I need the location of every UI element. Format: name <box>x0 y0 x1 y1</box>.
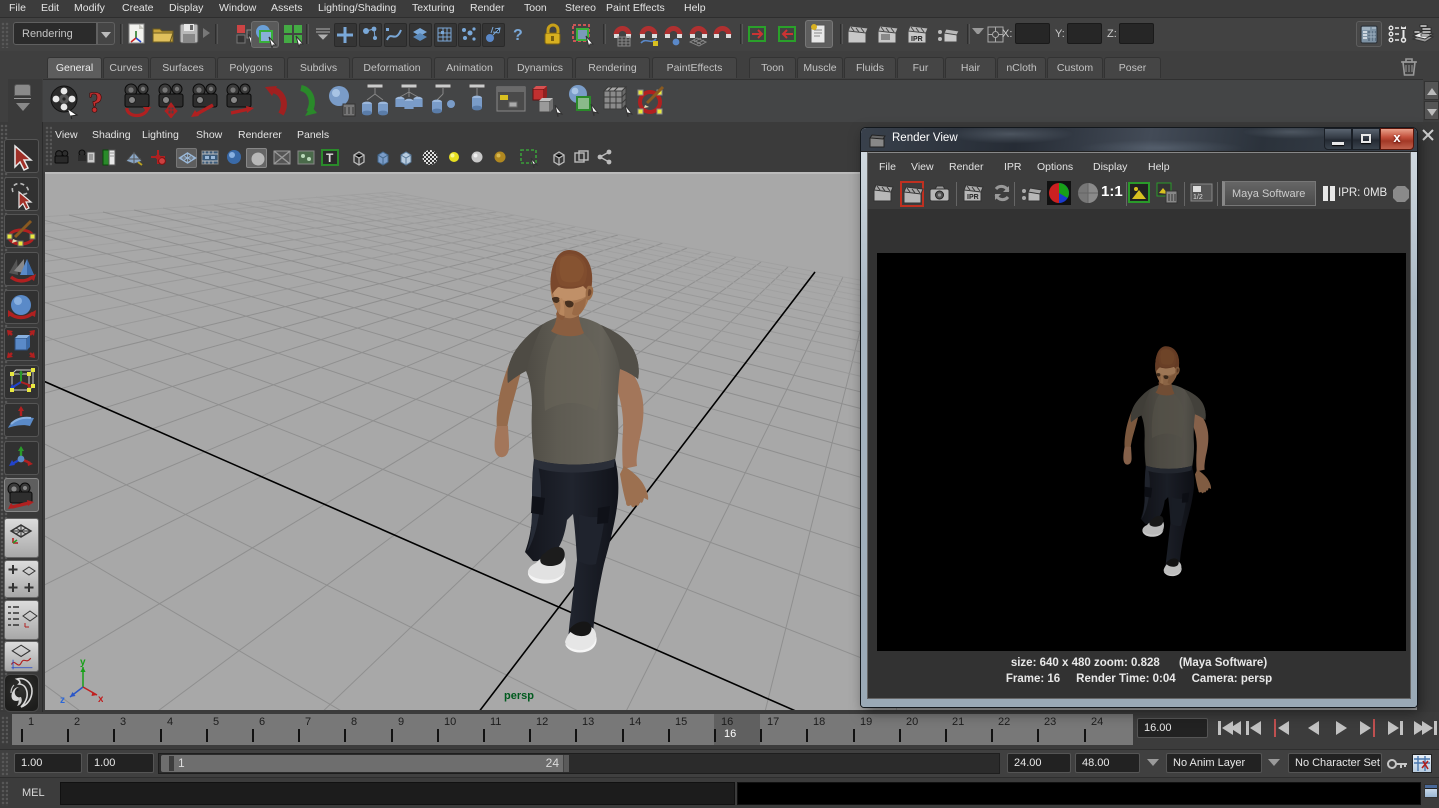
svg-text:x: x <box>98 694 103 705</box>
svg-text:T: T <box>326 151 334 165</box>
svg-text:?: ? <box>513 27 523 44</box>
svg-text:1/2: 1/2 <box>1193 194 1203 201</box>
svg-text:?: ? <box>88 86 103 118</box>
svg-text:IPR: IPR <box>911 36 923 43</box>
svg-text:y: y <box>80 657 86 668</box>
svg-text:IPR: IPR <box>967 194 979 201</box>
svg-text:z: z <box>60 695 65 706</box>
